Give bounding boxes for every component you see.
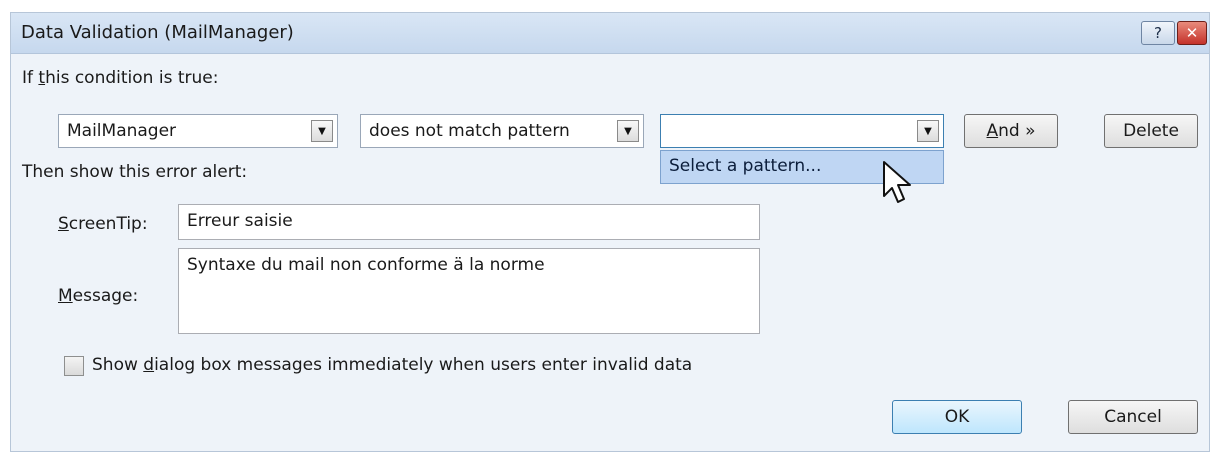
close-icon: ✕ (1185, 24, 1199, 42)
and-button[interactable]: And » (964, 114, 1058, 148)
ok-button[interactable]: OK (892, 400, 1022, 434)
help-button[interactable]: ? (1141, 21, 1175, 45)
chevron-down-icon[interactable]: ▼ (311, 120, 333, 142)
condition-heading: If this condition is true: (22, 68, 219, 88)
operator-select[interactable]: does not match pattern ▼ (360, 114, 644, 148)
message-input[interactable]: Syntaxe du mail non conforme ä la norme (178, 248, 760, 334)
delete-button[interactable]: Delete (1104, 114, 1198, 148)
screentip-input[interactable]: Erreur saisie (178, 204, 760, 240)
close-button[interactable]: ✕ (1177, 21, 1207, 45)
field-select-value: MailManager (67, 121, 177, 141)
chevron-down-icon[interactable]: ▼ (917, 120, 939, 142)
field-select[interactable]: MailManager ▼ (58, 114, 338, 148)
message-label: Message: (58, 286, 139, 306)
help-icon: ? (1154, 24, 1162, 42)
show-immediately-label: Show dialog box messages immediately whe… (92, 355, 693, 375)
title-bar: Data Validation (MailManager) ? ✕ (11, 13, 1209, 54)
operator-select-value: does not match pattern (369, 121, 570, 141)
mouse-cursor-icon (883, 161, 911, 203)
window-title: Data Validation (MailManager) (21, 22, 294, 43)
screentip-label: ScreenTip: (58, 214, 148, 234)
chevron-down-icon[interactable]: ▼ (617, 120, 639, 142)
cancel-button[interactable]: Cancel (1068, 400, 1198, 434)
show-immediately-checkbox[interactable] (64, 356, 84, 376)
error-alert-heading: Then show this error alert: (22, 162, 248, 182)
pattern-select[interactable]: ▼ (660, 114, 944, 148)
